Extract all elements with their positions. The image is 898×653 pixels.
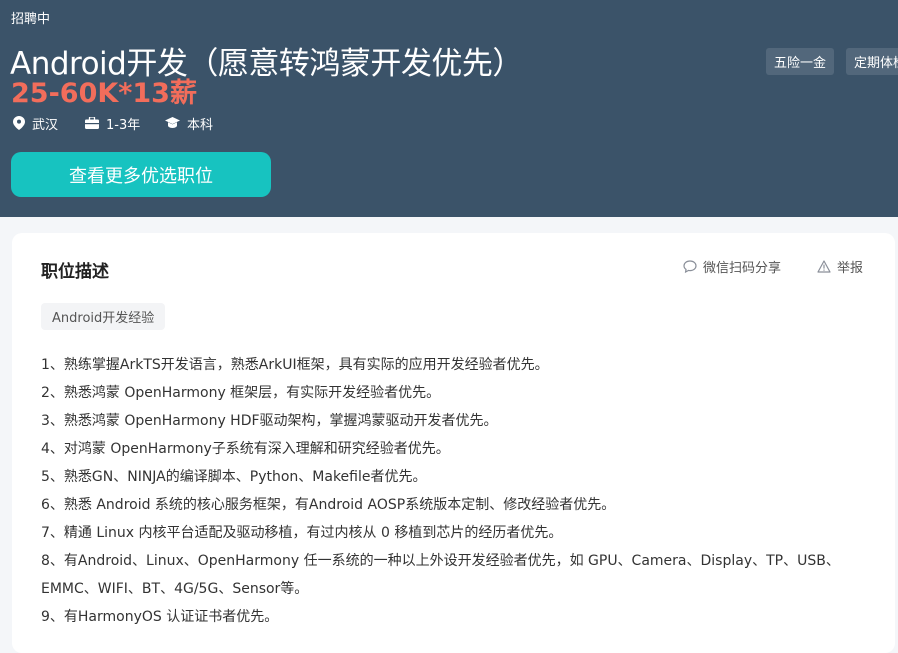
benefit-tag: 五险一金	[766, 48, 835, 75]
chat-bubble-icon	[683, 260, 697, 273]
list-item: 5、熟悉GN、NINJA的编译脚本、Python、Makefile者优先。	[41, 469, 427, 485]
report-button[interactable]: 举报	[817, 257, 863, 276]
list-item: 6、熟悉 Android 系统的核心服务框架，有Android AOSP系统版本…	[41, 497, 616, 513]
location-info: 武汉	[13, 114, 59, 133]
list-item: EMMC、WIFI、BT、4G/5G、Sensor等。	[41, 581, 309, 597]
requirements-list: 1、熟练掌握ArkTS开发语言，熟悉ArkUI框架，具有实际的应用开发经验者优先…	[41, 351, 871, 631]
wechat-share-button[interactable]: 微信扫码分享	[683, 257, 781, 276]
job-description-card: 职位描述 微信扫码分享 举报 Android开发经验 1、熟练掌握ArkTS开发…	[12, 233, 895, 653]
education-info: 本科	[165, 114, 214, 133]
section-title: 职位描述	[41, 262, 109, 282]
list-item: 7、精通 Linux 内核平台适配及驱动移植，有过内核从 0 移植到芯片的经历者…	[41, 525, 563, 541]
status-label: 招聘中	[11, 12, 51, 27]
list-item: 1、熟练掌握ArkTS开发语言，熟悉ArkUI框架，具有实际的应用开发经验者优先…	[41, 357, 549, 373]
more-jobs-button[interactable]: 查看更多优选职位	[11, 152, 271, 197]
list-item: 9、有HarmonyOS 认证证书者优先。	[41, 609, 279, 625]
report-label: 举报	[837, 261, 864, 276]
education-text: 本科	[187, 117, 214, 133]
list-item: 2、熟悉鸿蒙 OpenHarmony 框架层，有实际开发经验者优先。	[41, 385, 441, 401]
list-item: 3、熟悉鸿蒙 OpenHarmony HDF驱动架构，掌握鸿蒙驱动开发者优先。	[41, 413, 498, 429]
graduation-cap-icon	[165, 117, 180, 128]
benefit-tag: 定期体检	[846, 48, 898, 75]
briefcase-icon	[85, 117, 99, 129]
skill-tag: Android开发经验	[41, 303, 166, 330]
share-label: 微信扫码分享	[703, 261, 782, 276]
job-header: 招聘中 Android开发（愿意转鸿蒙开发优先） 25-60K*13薪 武汉 1…	[0, 0, 898, 217]
salary: 25-60K*13薪	[11, 78, 197, 109]
experience-text: 1-3年	[106, 117, 141, 133]
list-item: 8、有Android、Linux、OpenHarmony 任一系统的一种以上外设…	[41, 553, 840, 569]
list-item: 4、对鸿蒙 OpenHarmony子系统有深入理解和研究经验者优先。	[41, 441, 450, 457]
location-text: 武汉	[32, 117, 59, 133]
location-pin-icon	[13, 116, 25, 130]
warning-icon	[817, 260, 831, 273]
experience-info: 1-3年	[85, 114, 141, 133]
